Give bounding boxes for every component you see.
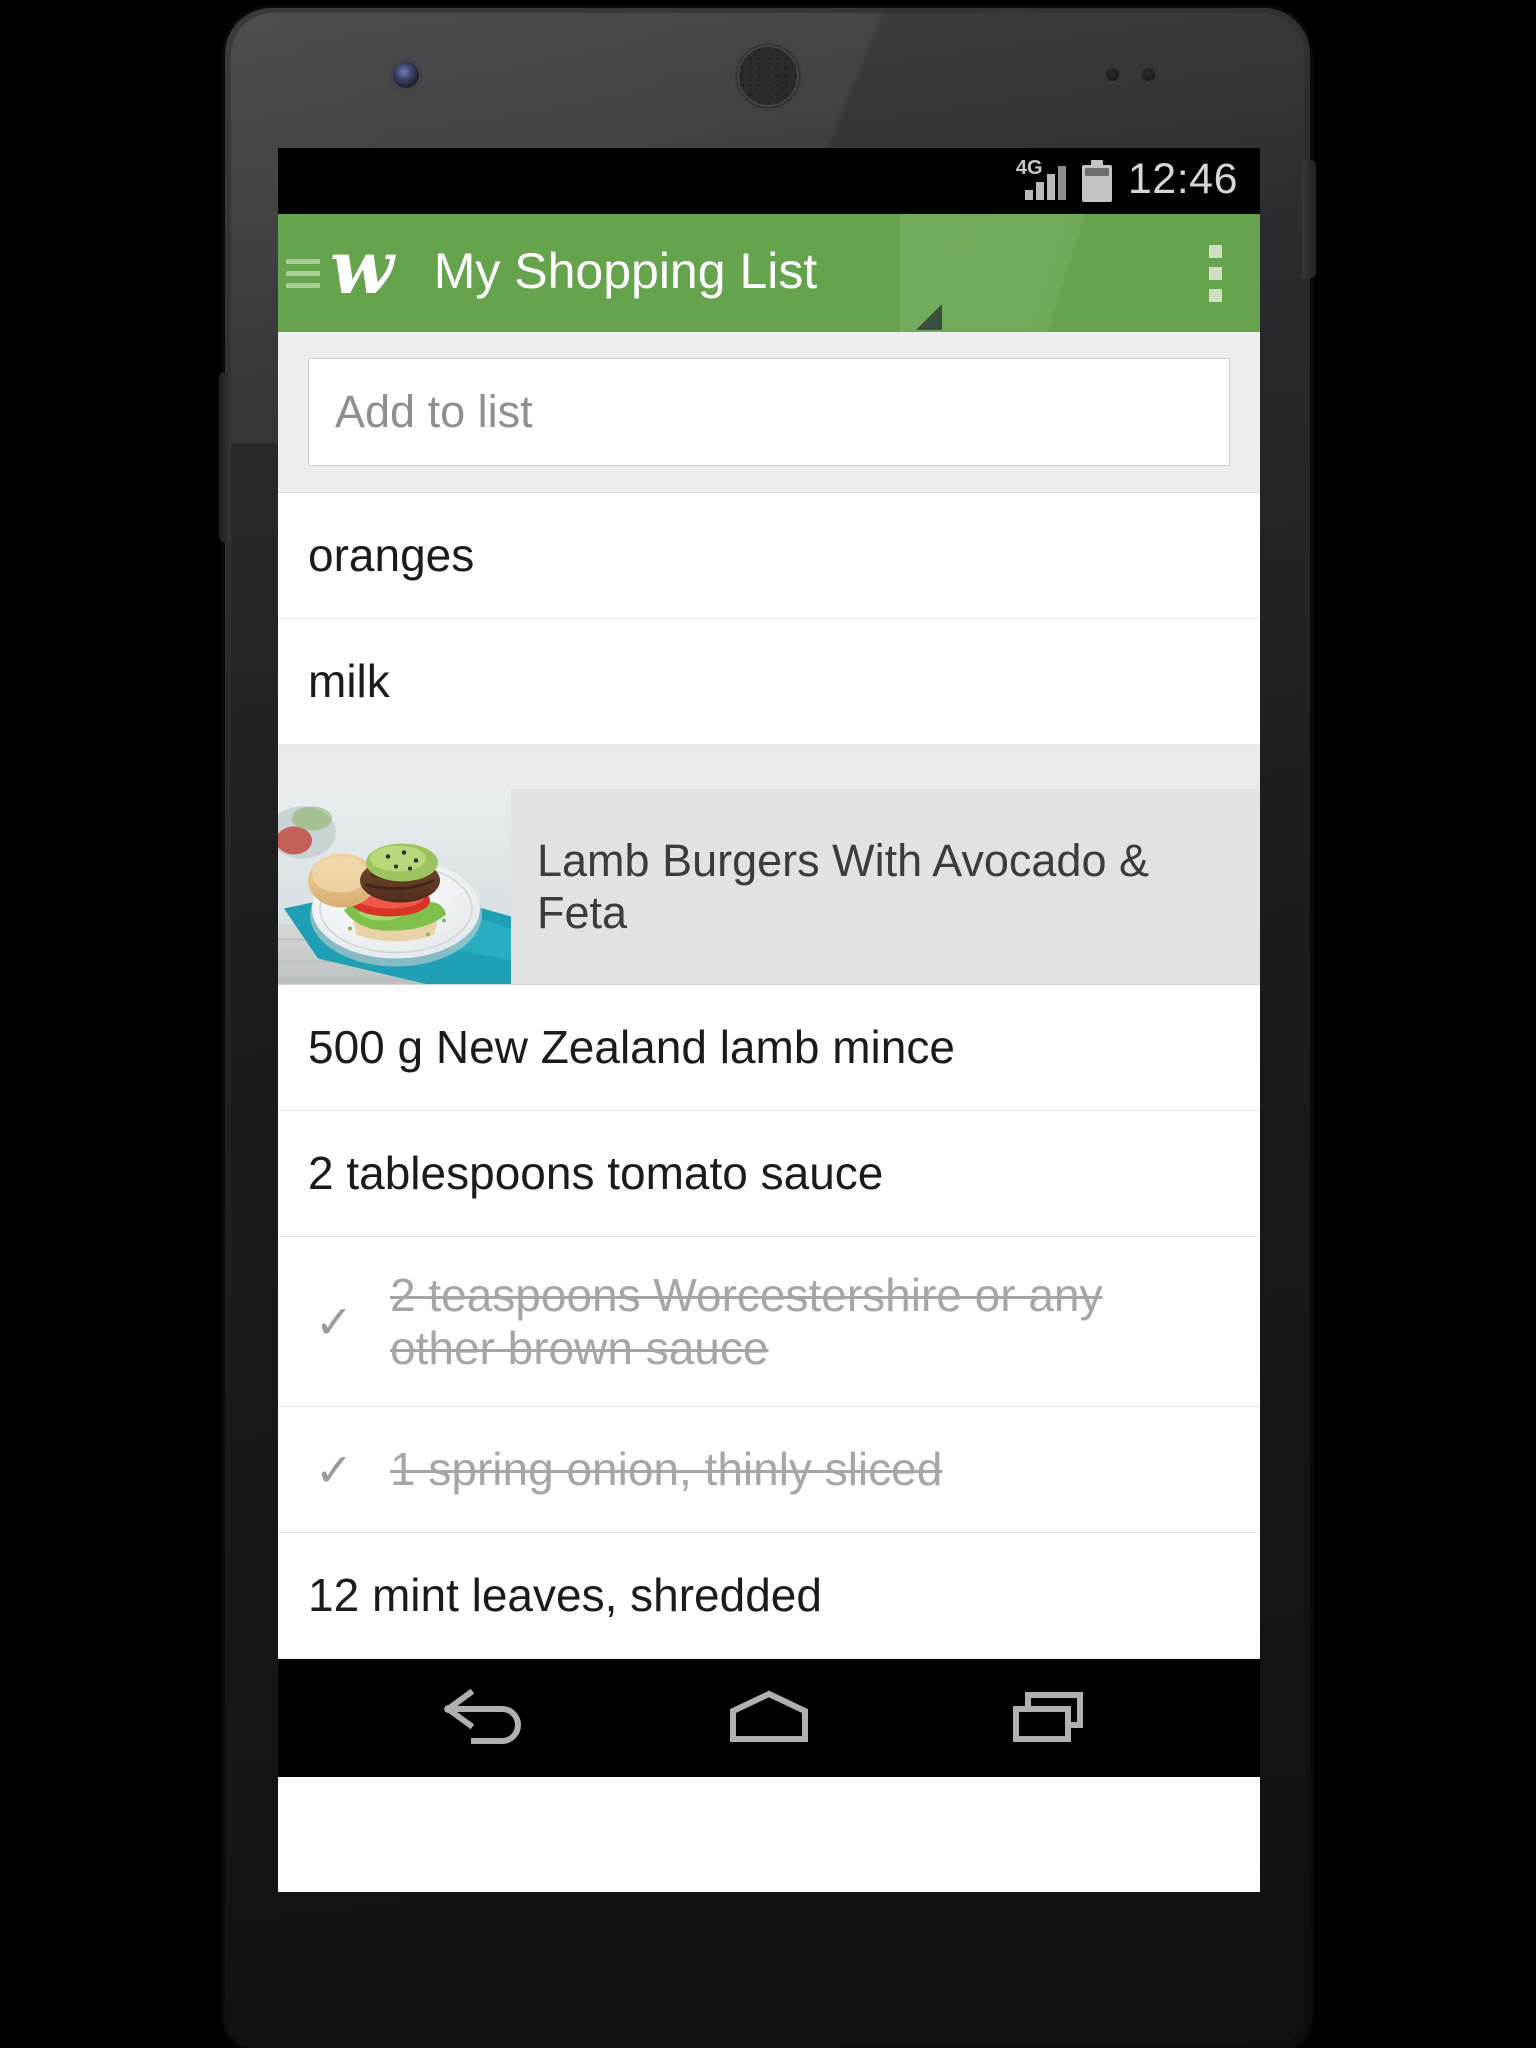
list-item[interactable]: 500 g New Zealand lamb mince bbox=[278, 985, 1260, 1111]
w-script-logo[interactable]: w bbox=[330, 231, 394, 305]
list-item-label: 1 spring onion, thinly sliced bbox=[390, 1443, 943, 1496]
add-to-list-input[interactable] bbox=[308, 358, 1230, 466]
list-item-label: 500 g New Zealand lamb mince bbox=[308, 1021, 955, 1074]
app-bar: w My Shopping List bbox=[278, 214, 1260, 332]
hamburger-menu-icon[interactable] bbox=[286, 258, 320, 288]
list-item[interactable]: 12 mint leaves, shredded bbox=[278, 1533, 1260, 1659]
list-item-checked[interactable]: ✓ 1 spring onion, thinly sliced bbox=[278, 1407, 1260, 1533]
list-item[interactable]: 2 tablespoons tomato sauce bbox=[278, 1111, 1260, 1237]
power-button[interactable] bbox=[1302, 160, 1316, 278]
status-bar-clock: 12:46 bbox=[1127, 155, 1238, 203]
list-item[interactable]: oranges bbox=[278, 493, 1260, 619]
recipe-header[interactable]: Lamb Burgers With Avocado & Feta bbox=[278, 789, 1260, 985]
checkmark-icon: ✓ bbox=[314, 1295, 354, 1348]
light-sensor-icon bbox=[1142, 68, 1155, 81]
list-section-spacer bbox=[278, 745, 1260, 789]
recent-apps-icon[interactable] bbox=[990, 1683, 1110, 1753]
proximity-sensor-icon bbox=[1106, 68, 1119, 81]
list-item-label: 2 tablespoons tomato sauce bbox=[308, 1147, 884, 1200]
front-camera-icon bbox=[393, 62, 419, 88]
status-bar: 4G 12:46 bbox=[278, 148, 1260, 214]
signal-bars-icon: 4G bbox=[1016, 158, 1066, 202]
screenshot-stage: 4G 12:46 w My Shopping List Add to list … bbox=[0, 0, 1536, 2048]
home-icon[interactable] bbox=[709, 1683, 829, 1753]
list-item-label: milk bbox=[308, 655, 390, 708]
back-arrow-icon[interactable] bbox=[428, 1683, 548, 1753]
overflow-menu-icon[interactable] bbox=[1209, 244, 1222, 302]
volume-rocker[interactable] bbox=[219, 372, 231, 542]
list-item-checked[interactable]: ✓ 2 teaspoons Worcestershire or any othe… bbox=[278, 1237, 1260, 1407]
battery-icon bbox=[1081, 160, 1112, 202]
android-navigation-bar bbox=[278, 1659, 1260, 1777]
phone-screen: 4G 12:46 w My Shopping List Add to list … bbox=[278, 148, 1260, 1892]
add-to-list-strip bbox=[278, 332, 1260, 493]
list-item[interactable]: milk bbox=[278, 619, 1260, 745]
shopping-list: oranges milk Lamb Burgers With Avocado &… bbox=[278, 493, 1260, 1659]
page-title: My Shopping List bbox=[433, 242, 818, 299]
checkmark-icon: ✓ bbox=[314, 1443, 354, 1496]
earpiece-speaker-icon bbox=[737, 45, 799, 107]
screenshot-corner-marker bbox=[916, 304, 942, 330]
list-item-label: 12 mint leaves, shredded bbox=[308, 1569, 822, 1622]
list-item-label: oranges bbox=[308, 529, 475, 582]
recipe-title: Lamb Burgers With Avocado & Feta bbox=[537, 834, 1149, 938]
recipe-thumbnail bbox=[278, 789, 511, 984]
list-item-label: 2 teaspoons Worcestershire or any other … bbox=[390, 1268, 1103, 1374]
